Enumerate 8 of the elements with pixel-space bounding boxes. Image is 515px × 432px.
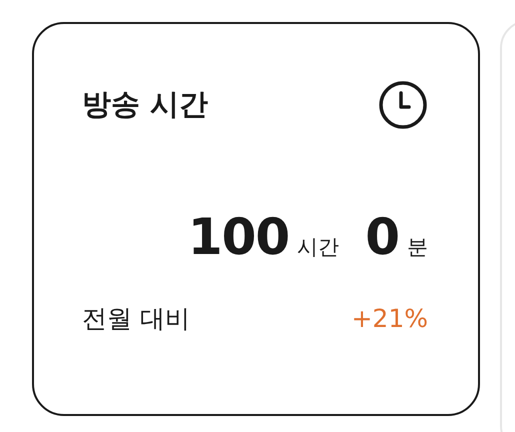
minutes-unit: 분: [407, 234, 428, 261]
minutes-value: 0: [365, 208, 399, 266]
hours-value: 100: [188, 208, 290, 266]
clock-icon: [378, 80, 428, 130]
card-title: 방송 시간: [82, 86, 208, 123]
change-percent: +21%: [351, 304, 428, 333]
comparison-label: 전월 대비: [82, 303, 190, 335]
hours-unit: 시간: [297, 234, 340, 261]
